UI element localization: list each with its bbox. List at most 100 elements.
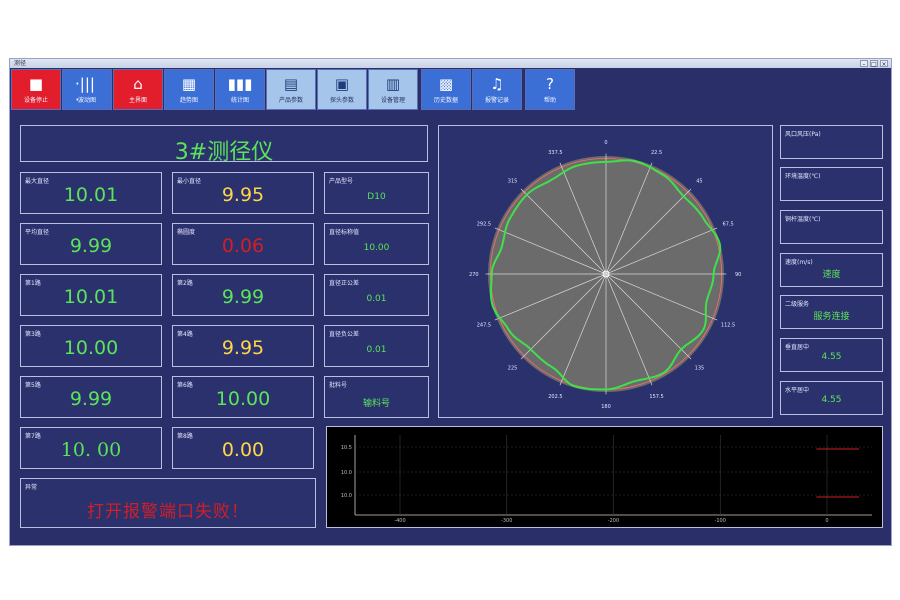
ovality-panel: 椭圆度 0.06 <box>172 223 314 265</box>
toolbar-label-1: 波动图 <box>77 97 96 104</box>
polar-angle-label-13: 292.5 <box>477 221 491 227</box>
polar-angle-label-12: 270 <box>469 272 479 278</box>
lower-tolerance-value: 0.01 <box>366 345 387 355</box>
ovality-value: 0.06 <box>221 235 265 257</box>
batch-label: 批料号 <box>329 382 348 389</box>
alarm-message: 打开报警端口失败！ <box>87 502 249 522</box>
polar-angle-label-9: 202.5 <box>548 394 562 400</box>
product-model-value: D10 <box>367 192 386 202</box>
min-diameter-panel: 最小直径 9.95 <box>172 172 314 214</box>
polar-angle-label-10: 225 <box>508 365 518 371</box>
trend-x-tick-1: -300 <box>501 518 512 524</box>
polar-angle-label-14: 315 <box>508 179 518 185</box>
device-title-panel: 3#测径仪 <box>20 125 428 165</box>
toolbar-icon-9: ♫ <box>490 75 504 93</box>
window-title: 测径 <box>14 60 27 67</box>
toolbar-icon-0: ■ <box>28 75 44 93</box>
batch-panel: 批料号 输料号 <box>324 376 429 418</box>
toolbar-button-1[interactable]: ·|||· 波动图 <box>62 69 112 110</box>
toolbar-button-2[interactable]: ⌂ 主界面 <box>113 69 163 110</box>
polar-angle-label-15: 337.5 <box>548 150 562 156</box>
toolbar-button-8[interactable]: ▩ 历史数据 <box>421 69 471 110</box>
lower-tolerance-panel: 直径负公差 0.01 <box>324 325 429 367</box>
toolbar-icon-10: ? <box>546 75 554 93</box>
toolbar-icon-2: ⌂ <box>133 75 143 93</box>
toolbar-button-4[interactable]: ▮▮▮ 统计图 <box>215 69 265 110</box>
product-model-label: 产品型号 <box>329 178 354 185</box>
trend-x-tick-2: -200 <box>608 518 619 524</box>
toolbar-button-9[interactable]: ♫ 报警记录 <box>472 69 522 110</box>
toolbar-label-0: 设备停止 <box>23 97 48 104</box>
channel-5-panel: 第5路 9.99 <box>20 376 162 418</box>
title-bar: 测径 – □ × <box>10 59 891 68</box>
speed-value: 速度 <box>822 270 841 280</box>
service-value: 服务连接 <box>813 312 850 322</box>
toolbar-label-8: 历史数据 <box>433 97 458 104</box>
toolbar-button-6[interactable]: ▣ 探头参数 <box>317 69 367 110</box>
polar-angle-label-3: 67.5 <box>723 221 734 227</box>
trend-chart: -400 -300 -200 -100 0 10.5 10.0 10.0 <box>341 435 872 524</box>
trend-x-tick-0: -400 <box>394 518 405 524</box>
rod-temp-label: 铜杆温度(℃) <box>785 216 821 223</box>
polar-angle-label-1: 22.5 <box>651 150 662 156</box>
trend-y-tick-0: 10.5 <box>341 445 352 451</box>
minimize-button[interactable]: – <box>860 60 868 68</box>
maximize-button[interactable]: □ <box>870 60 878 68</box>
trend-x-tick-4: 0 <box>825 518 828 524</box>
horizontal-center-panel: 水平居中 4.55 <box>780 381 883 415</box>
upper-tolerance-value: 0.01 <box>366 294 387 304</box>
channel-2-value: 9.99 <box>221 286 265 308</box>
polar-angle-label-7: 157.5 <box>649 394 663 400</box>
horizontal-center-value: 4.55 <box>821 395 842 405</box>
toolbar-button-3[interactable]: ▦ 趋势图 <box>164 69 214 110</box>
toolbar-label-6: 探头参数 <box>329 97 354 104</box>
polar-chart-panel: 0 22.5 45 67.5 90 112.5 135 157.5 180 202.5 225 247… <box>438 125 773 418</box>
env-temp-label: 环境温度(℃) <box>785 173 821 180</box>
vertical-center-panel: 垂直居中 4.55 <box>780 338 883 372</box>
toolbar-button-10[interactable]: ? 帮助 <box>525 69 575 110</box>
lower-tolerance-label: 直径负公差 <box>329 331 360 338</box>
trend-y-tick-2: 10.0 <box>341 493 352 499</box>
toolbar-label-9: 报警记录 <box>484 97 509 104</box>
max-diameter-panel: 最大直径 10.01 <box>20 172 162 214</box>
channel-1-value: 10.01 <box>63 286 119 308</box>
channel-7-value: 10. 00 <box>60 439 122 461</box>
channel-3-value: 10.00 <box>63 337 119 359</box>
channel-1-panel: 第1路 10.01 <box>20 274 162 316</box>
polar-angle-label-0: 0 <box>604 140 607 146</box>
toolbar-label-10: 帮助 <box>543 97 556 104</box>
trend-chart-panel: -400 -300 -200 -100 0 10.5 10.0 10.0 <box>326 426 883 528</box>
upper-tolerance-label: 直径正公差 <box>329 280 360 287</box>
device-title: 3#测径仪 <box>174 140 274 165</box>
polar-angle-label-4: 90 <box>735 272 741 278</box>
nominal-value: 10.00 <box>363 243 390 253</box>
polar-angle-label-6: 135 <box>695 365 705 371</box>
toolbar-button-5[interactable]: ▤ 产品参数 <box>266 69 316 110</box>
nominal-label: 直径标称值 <box>329 229 360 236</box>
toolbar: ■ 设备停止 ·|||· 波动图 ⌂ 主界面 ▦ 趋势图 ▮▮▮ 统计图 ▤ 产品参数 ▣ 探头参数 ▥ 设备… <box>10 68 891 112</box>
polar-angle-label-5: 112.5 <box>721 323 735 329</box>
toolbar-label-4: 统计图 <box>230 97 249 104</box>
toolbar-label-2: 主界面 <box>128 97 147 104</box>
toolbar-button-0[interactable]: ■ 设备停止 <box>11 69 61 110</box>
toolbar-icon-7: ▥ <box>385 75 401 93</box>
trend-y-tick-1: 10.0 <box>341 470 352 476</box>
vertical-center-value: 4.55 <box>821 352 842 362</box>
channel-5-value: 9.99 <box>69 388 113 410</box>
toolbar-label-3: 趋势图 <box>179 97 198 104</box>
channel-7-panel: 第7路 10. 00 <box>20 427 162 469</box>
upper-tolerance-panel: 直径正公差 0.01 <box>324 274 429 316</box>
max-diameter-value: 10.01 <box>63 184 119 206</box>
channel-8-value: 0.00 <box>221 439 265 461</box>
toolbar-button-7[interactable]: ▥ 设备管理 <box>368 69 418 110</box>
polar-chart: 0 22.5 45 67.5 90 112.5 135 157.5 180 202.5 225 247… <box>469 140 741 410</box>
min-diameter-value: 9.95 <box>221 184 265 206</box>
channel-6-panel: 第6路 10.00 <box>172 376 314 418</box>
toolbar-label-5: 产品参数 <box>278 97 303 104</box>
pressure-label: 风口风压(Pa) <box>785 131 821 138</box>
vertical-center-label: 垂直居中 <box>785 344 810 351</box>
alarm-label: 异常 <box>25 484 38 491</box>
horizontal-center-label: 水平居中 <box>785 387 810 394</box>
close-button[interactable]: × <box>880 60 888 68</box>
env-temp-panel: 环境温度(℃) <box>780 167 883 201</box>
